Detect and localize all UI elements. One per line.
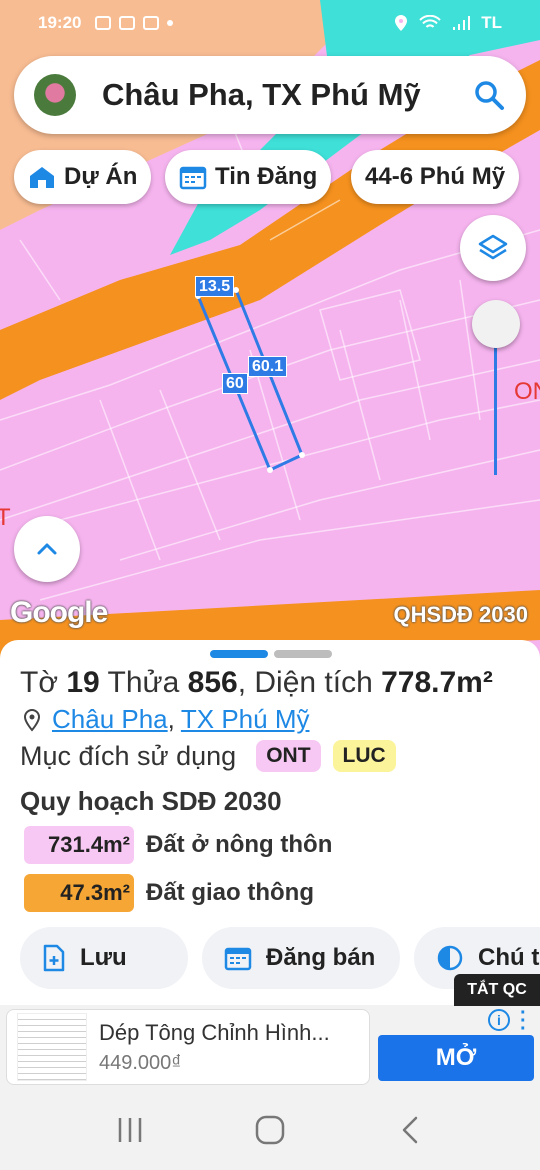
system-nav-bar — [0, 1089, 540, 1170]
chip-label: 44-6 Phú Mỹ — [365, 163, 506, 190]
status-bar: 19:20 TL — [0, 0, 540, 46]
layers-icon — [478, 234, 508, 260]
save-file-icon — [43, 944, 65, 972]
contrast-icon — [437, 945, 463, 971]
usage-badge-ont[interactable]: ONT — [256, 740, 321, 772]
home-button[interactable] — [240, 1100, 300, 1160]
ad-info-icon[interactable]: i — [488, 1009, 510, 1031]
plan-item-label: Đất giao thông — [146, 879, 314, 906]
sheet-page-indicator-active — [210, 650, 268, 658]
usage-label: Mục đích sử dụng — [20, 740, 237, 771]
plan-item-road: 47.3m² Đất giao thông — [24, 874, 314, 912]
dimension-label-right: 60.1 — [248, 356, 288, 377]
layers-button[interactable] — [460, 215, 526, 281]
sheet-prefix: Tờ — [20, 666, 58, 699]
ad-thumbnail — [17, 1013, 87, 1081]
notification-icons — [95, 16, 174, 30]
ad-text: Dép Tông Chỉnh Hình... 449.000₫ — [99, 1020, 330, 1075]
signal-icon — [453, 16, 471, 30]
search-query[interactable]: Châu Pha, TX Phú Mỹ — [102, 77, 472, 113]
filter-chips: Dự Án Tin Đăng 44-6 Phú Mỹ — [0, 150, 540, 204]
sheet-page-indicator — [274, 650, 332, 658]
expand-button[interactable] — [14, 516, 80, 582]
parcel-info-sheet: Tờ 19 Thửa 856, Diện tích 778.7m² Châu P… — [0, 640, 540, 1005]
opacity-slider-thumb[interactable] — [472, 300, 520, 348]
plot-prefix: Thửa — [107, 666, 180, 699]
map-land-code-label-left: T — [0, 504, 11, 531]
dimension-label-left: 60 — [222, 373, 248, 394]
wifi-icon — [419, 15, 441, 28]
calendar-icon — [224, 947, 252, 971]
usage-badge-luc[interactable]: LUC — [332, 740, 396, 772]
ad-banner[interactable]: Dép Tông Chỉnh Hình... 449.000₫ i · · · MỞ — [0, 1003, 540, 1089]
dot-icon — [167, 20, 174, 26]
location-pin-icon — [23, 708, 41, 732]
calendar-icon — [179, 166, 207, 190]
avatar[interactable] — [34, 74, 76, 116]
map-land-code-label: ON — [514, 378, 540, 405]
house-icon — [30, 167, 54, 188]
chip-label: Tin Đăng — [215, 163, 318, 190]
post-sale-button[interactable]: Đăng bán — [202, 927, 400, 989]
chip-location[interactable]: 44-6 Phú Mỹ — [351, 150, 520, 204]
back-button[interactable] — [380, 1100, 440, 1160]
search-bar[interactable]: Châu Pha, TX Phú Mỹ — [14, 56, 526, 134]
plan-layer-label: QHSDĐ 2030 — [393, 602, 528, 627]
land-usage-row: Mục đích sử dụng ONT LUC — [20, 740, 396, 772]
plan-title: Quy hoạch SDĐ 2030 — [20, 786, 282, 816]
ad-open-button[interactable]: MỞ — [378, 1035, 534, 1081]
chip-tin-dang[interactable]: Tin Đăng — [165, 150, 332, 204]
camera-icon — [119, 16, 136, 30]
dimension-label-top: 13.5 — [195, 276, 235, 297]
carrier-label: TL — [481, 13, 502, 32]
commune-link[interactable]: Châu Pha — [52, 704, 168, 735]
zalo-icon — [95, 16, 112, 30]
save-button[interactable]: Lưu — [20, 927, 188, 989]
recent-apps-button[interactable] — [100, 1100, 160, 1160]
plan-item-rural: 731.4m² Đất ở nông thôn — [24, 826, 332, 864]
ad-card[interactable]: Dép Tông Chỉnh Hình... 449.000₫ — [6, 1009, 370, 1085]
google-logo: Google — [10, 596, 108, 629]
status-right: TL — [393, 13, 502, 33]
recent-apps-icon — [118, 1117, 142, 1142]
sheet-number: 19 — [66, 666, 100, 699]
shop-icon — [143, 16, 160, 30]
note-label: Chú t — [478, 944, 540, 971]
location-icon — [395, 15, 408, 31]
search-icon[interactable] — [472, 78, 506, 112]
plan-item-label: Đất ở nông thôn — [146, 831, 333, 858]
parcel-location: Châu Pha, TX Phú Mỹ — [22, 704, 309, 735]
back-icon — [402, 1116, 418, 1143]
plot-number: 856 — [187, 666, 238, 699]
sheet-handles[interactable] — [210, 650, 332, 658]
parcel-title: Tờ 19 Thửa 856, Diện tích 778.7m² — [20, 666, 493, 700]
chip-label: Dự Án — [64, 163, 138, 190]
parcel-area: 778.7m² — [381, 666, 493, 699]
plan-item-area: 47.3m² — [24, 874, 134, 912]
area-prefix: , Diện tích — [237, 666, 373, 699]
save-label: Lưu — [80, 944, 127, 971]
chip-du-an[interactable]: Dự Án — [14, 150, 152, 204]
status-time: 19:20 — [38, 13, 82, 32]
town-link[interactable]: TX Phú Mỹ — [181, 704, 310, 735]
close-ad-button[interactable]: TẮT QC — [454, 974, 540, 1006]
plan-item-area: 731.4m² — [24, 826, 134, 864]
ad-price: 449.000₫ — [99, 1051, 182, 1074]
post-sale-label: Đăng bán — [266, 944, 376, 971]
ad-more-icon[interactable]: · · · — [520, 1003, 527, 1039]
chevron-up-icon — [37, 543, 57, 555]
home-icon — [255, 1115, 285, 1144]
ad-title: Dép Tông Chỉnh Hình... — [99, 1019, 330, 1045]
